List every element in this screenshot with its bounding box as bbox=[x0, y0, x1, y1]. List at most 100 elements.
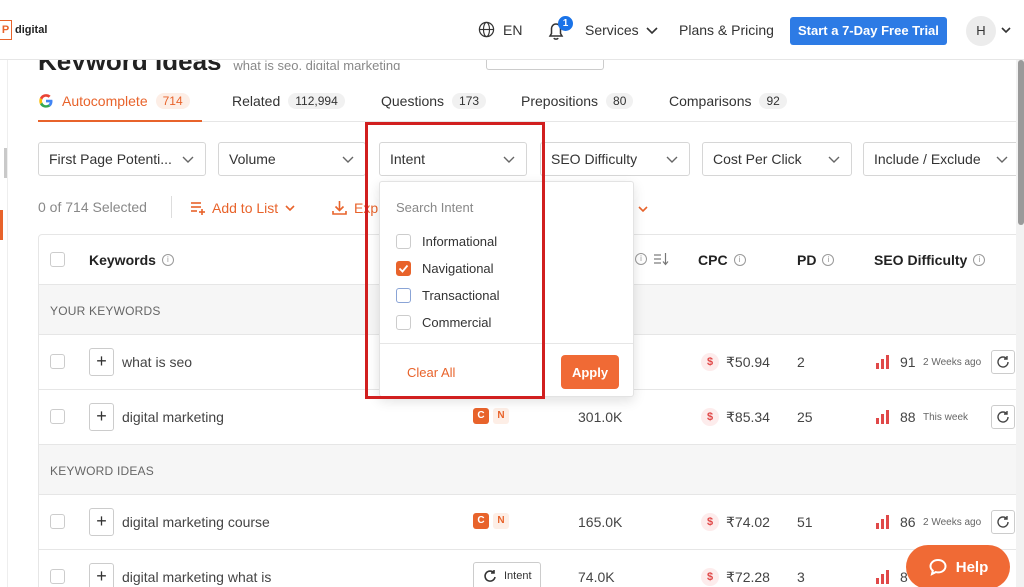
add-keyword-button[interactable]: + bbox=[89, 348, 114, 376]
tab-prepositions[interactable]: Prepositions 80 bbox=[521, 86, 634, 122]
tab-autocomplete[interactable]: Autocomplete 714 bbox=[38, 86, 202, 122]
add-to-list-button[interactable]: Add to List bbox=[189, 199, 296, 216]
divider bbox=[380, 343, 633, 344]
filter-label: Include / Exclude bbox=[874, 151, 981, 167]
add-keyword-button[interactable]: + bbox=[89, 563, 114, 587]
chevron-down-icon bbox=[646, 27, 658, 35]
intent-option-transactional[interactable]: Transactional bbox=[396, 288, 500, 303]
table-row: + digital marketing what is Intent 74.0K… bbox=[39, 550, 1024, 587]
filter-include-exclude[interactable]: Include / Exclude bbox=[863, 142, 1020, 176]
seo-value: 86 bbox=[900, 514, 916, 530]
option-checkbox[interactable] bbox=[396, 261, 411, 276]
intent-option-informational[interactable]: Informational bbox=[396, 234, 497, 249]
select-all-checkbox[interactable] bbox=[50, 252, 65, 267]
row-checkbox[interactable] bbox=[50, 354, 65, 369]
filter-label: Volume bbox=[229, 151, 276, 167]
clear-all-button[interactable]: Clear All bbox=[407, 365, 455, 380]
chevron-down-icon[interactable] bbox=[637, 203, 649, 215]
volume-value: 301.0K bbox=[578, 409, 623, 425]
filter-label: Intent bbox=[390, 151, 426, 167]
column-label: PD bbox=[797, 252, 817, 268]
tab-questions[interactable]: Questions 173 bbox=[381, 86, 487, 122]
filter-label: First Page Potenti... bbox=[49, 151, 172, 167]
volume-value: 74.0K bbox=[578, 569, 615, 585]
filter-intent[interactable]: Intent bbox=[379, 142, 527, 176]
group-keyword-ideas: KEYWORD IDEAS bbox=[39, 445, 1024, 495]
info-icon: i bbox=[973, 254, 986, 266]
column-volume-sort[interactable]: i bbox=[635, 252, 669, 266]
logo[interactable]: P digital bbox=[0, 20, 47, 40]
scrollbar-thumb[interactable] bbox=[1018, 60, 1024, 225]
filter-seo-difficulty[interactable]: SEO Difficulty bbox=[540, 142, 690, 176]
add-keyword-button[interactable]: + bbox=[89, 403, 114, 431]
export-button[interactable]: Exp bbox=[331, 199, 378, 216]
chevron-down-icon[interactable] bbox=[1000, 24, 1012, 36]
option-checkbox[interactable] bbox=[396, 234, 411, 249]
keyword-text[interactable]: digital marketing course bbox=[122, 514, 270, 530]
column-keywords[interactable]: Keywords i bbox=[89, 252, 174, 268]
language-label: EN bbox=[503, 21, 523, 38]
option-checkbox[interactable] bbox=[396, 315, 411, 330]
avatar[interactable]: H bbox=[966, 16, 996, 46]
dollar-icon: $ bbox=[701, 568, 719, 586]
refresh-button[interactable] bbox=[991, 405, 1015, 429]
add-keyword-button[interactable]: + bbox=[89, 508, 114, 536]
export-label: Exp bbox=[354, 199, 379, 216]
bar-chart-icon bbox=[876, 515, 889, 529]
intent-button[interactable]: Intent bbox=[473, 562, 541, 587]
apply-button[interactable]: Apply bbox=[561, 355, 619, 389]
logo-mark: P bbox=[0, 20, 12, 40]
filter-first-page-potential[interactable]: First Page Potenti... bbox=[38, 142, 206, 176]
cpc-value: ₹85.34 bbox=[726, 409, 770, 425]
tab-count: 80 bbox=[606, 93, 634, 109]
info-icon: i bbox=[733, 254, 746, 266]
intent-option-commercial[interactable]: Commercial bbox=[396, 315, 491, 330]
plans-pricing-link[interactable]: Plans & Pricing bbox=[679, 22, 774, 38]
chevron-down-icon bbox=[666, 156, 678, 163]
bar-chart-icon bbox=[876, 410, 889, 424]
row-checkbox[interactable] bbox=[50, 409, 65, 424]
cpc-value: ₹72.28 bbox=[726, 569, 770, 585]
intent-commercial-badge: C bbox=[473, 513, 489, 529]
pd-value: 51 bbox=[797, 514, 813, 530]
option-checkbox[interactable] bbox=[396, 288, 411, 303]
column-cpc[interactable]: CPC i bbox=[698, 252, 746, 268]
chevron-down-icon bbox=[503, 156, 515, 163]
tab-comparisons[interactable]: Comparisons 92 bbox=[669, 86, 787, 122]
selected-count: 0 of 714 Selected bbox=[38, 199, 147, 215]
chevron-down-icon bbox=[996, 156, 1008, 163]
sort-icon bbox=[654, 253, 669, 266]
group-label: KEYWORD IDEAS bbox=[50, 464, 154, 478]
google-icon bbox=[39, 94, 53, 108]
column-label: CPC bbox=[698, 252, 728, 268]
free-trial-button[interactable]: Start a 7-Day Free Trial bbox=[790, 17, 947, 45]
keyword-text[interactable]: digital marketing bbox=[122, 409, 224, 425]
intent-search-input[interactable]: Search Intent bbox=[396, 200, 473, 215]
tab-count: 92 bbox=[759, 93, 787, 109]
divider bbox=[171, 196, 172, 218]
row-checkbox[interactable] bbox=[50, 514, 65, 529]
tab-label: Prepositions bbox=[521, 93, 599, 109]
refresh-button[interactable] bbox=[991, 510, 1015, 534]
filter-volume[interactable]: Volume bbox=[218, 142, 366, 176]
row-checkbox[interactable] bbox=[50, 569, 65, 584]
keyword-text[interactable]: digital marketing what is bbox=[122, 569, 271, 585]
intent-option-navigational[interactable]: Navigational bbox=[396, 261, 494, 276]
filter-cost-per-click[interactable]: Cost Per Click bbox=[702, 142, 852, 176]
tab-related[interactable]: Related 112,994 bbox=[232, 86, 345, 122]
refresh-icon bbox=[997, 411, 1009, 423]
refresh-button[interactable] bbox=[991, 350, 1015, 374]
column-pd[interactable]: PD i bbox=[797, 252, 835, 268]
notification-badge: 1 bbox=[558, 16, 573, 31]
add-to-list-label: Add to List bbox=[212, 199, 279, 216]
column-label: Keywords bbox=[89, 252, 156, 268]
column-seo-difficulty[interactable]: SEO Difficulty i bbox=[874, 252, 986, 268]
help-button[interactable]: Help bbox=[906, 545, 1010, 587]
table-row: + digital marketing C N 301.0K $ ₹85.34 … bbox=[39, 390, 1024, 445]
group-label: YOUR KEYWORDS bbox=[50, 304, 161, 318]
cpc-value: ₹74.02 bbox=[726, 514, 770, 530]
chevron-down-icon bbox=[828, 156, 840, 163]
keyword-text[interactable]: what is seo bbox=[122, 354, 192, 370]
language-selector[interactable]: EN bbox=[478, 21, 522, 38]
services-menu[interactable]: Services bbox=[585, 22, 659, 38]
